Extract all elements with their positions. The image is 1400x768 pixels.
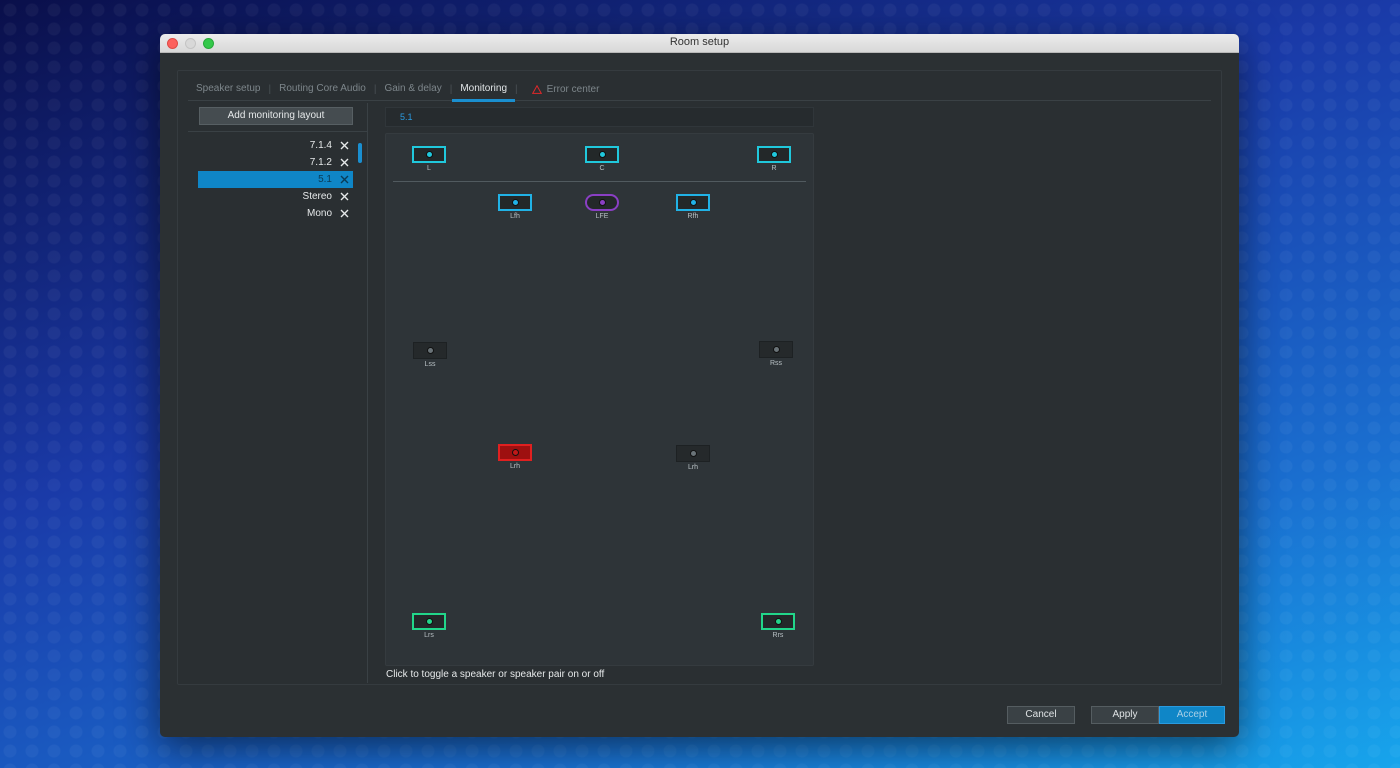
tab-bar: Speaker setup | Routing Core Audio | Gai… — [188, 79, 1211, 102]
speaker-box — [585, 146, 619, 163]
tab-error-center[interactable]: Error center — [531, 84, 600, 95]
layout-item-label: 5.1 — [318, 174, 332, 185]
speaker-label: Lrh — [509, 463, 521, 470]
speaker-rrs[interactable]: Rrs — [761, 613, 795, 639]
speaker-box — [498, 194, 532, 211]
speaker-l[interactable]: L — [412, 146, 446, 172]
remove-layout-icon[interactable] — [337, 139, 351, 153]
front-wall-line — [393, 181, 806, 182]
apply-button[interactable]: Apply — [1091, 706, 1159, 724]
speaker-box — [676, 445, 710, 462]
speaker-label: Rss — [769, 360, 783, 367]
room-setup-window: Room setup Speaker setup | Routing Core … — [160, 34, 1239, 737]
speaker-c[interactable]: C — [585, 146, 619, 172]
remove-layout-icon[interactable] — [337, 190, 351, 204]
window-titlebar[interactable]: Room setup — [160, 34, 1239, 53]
speaker-box — [412, 613, 446, 630]
layout-item-label: 7.1.2 — [309, 157, 332, 168]
tab-gain-delay[interactable]: Gain & delay — [376, 79, 449, 101]
speaker-box — [585, 194, 619, 211]
speaker-rrh[interactable]: Lrh — [676, 445, 710, 471]
speaker-label: Lss — [424, 361, 436, 368]
window-title: Room setup — [669, 36, 730, 48]
speaker-label: R — [771, 165, 777, 172]
tab-routing-core-audio[interactable]: Routing Core Audio — [271, 79, 374, 101]
speaker-r[interactable]: R — [757, 146, 791, 172]
settings-panel: Speaker setup | Routing Core Audio | Gai… — [177, 70, 1222, 685]
layout-item-label: Stereo — [302, 191, 332, 202]
add-monitoring-layout-button[interactable]: Add monitoring layout — [199, 107, 353, 125]
speaker-box — [759, 341, 793, 358]
toggle-hint-text: Click to toggle a speaker or speaker pai… — [386, 669, 605, 680]
speaker-lrs[interactable]: Lrs — [412, 613, 446, 639]
speaker-box — [413, 342, 447, 359]
speaker-lfh[interactable]: Lfh — [498, 194, 532, 220]
warning-triangle-icon — [531, 85, 542, 94]
speaker-label: Rfh — [687, 213, 699, 220]
speaker-box — [676, 194, 710, 211]
speaker-box — [412, 146, 446, 163]
speaker-label: L — [427, 165, 431, 172]
tab-speaker-setup[interactable]: Speaker setup — [188, 79, 269, 101]
layout-list: 7.1.4 7.1.2 5.1 Stereo Mono — [198, 137, 353, 222]
sidebar-divider — [188, 131, 367, 132]
remove-layout-icon[interactable] — [337, 173, 351, 187]
layout-item-stereo[interactable]: Stereo — [198, 188, 353, 205]
layout-item-mono[interactable]: Mono — [198, 205, 353, 222]
speaker-label: Lrs — [424, 632, 434, 639]
layout-item-5-1[interactable]: 5.1 — [198, 171, 353, 188]
layout-item-label: Mono — [306, 208, 332, 219]
remove-layout-icon[interactable] — [337, 207, 351, 221]
speaker-lfe[interactable]: LFE — [585, 194, 619, 220]
speaker-box — [761, 613, 795, 630]
speaker-box — [757, 146, 791, 163]
layout-item-label: 7.1.4 — [309, 140, 332, 151]
cancel-button[interactable]: Cancel — [1007, 706, 1075, 724]
speaker-label: C — [599, 165, 605, 172]
layout-item-7-1-4[interactable]: 7.1.4 — [198, 137, 353, 154]
speaker-lss[interactable]: Lss — [413, 342, 447, 368]
tab-separator: | — [515, 84, 518, 95]
remove-layout-icon[interactable] — [337, 156, 351, 170]
tab-monitoring[interactable]: Monitoring — [452, 79, 515, 102]
speaker-rfh[interactable]: Rfh — [676, 194, 710, 220]
speaker-lrh[interactable]: Lrh — [498, 444, 532, 470]
speaker-label: Lfh — [510, 213, 520, 220]
speaker-layout-map: L C R Lfh LFE Rfh Lss Rss Lrh Lrh Lrs Rr… — [385, 133, 814, 666]
error-center-label: Error center — [546, 84, 600, 95]
speaker-box — [498, 444, 532, 461]
speaker-label: LFE — [595, 213, 609, 220]
speaker-label: Rrs — [772, 632, 784, 639]
layout-list-scrollbar[interactable] — [358, 143, 362, 163]
speaker-label: Lrh — [687, 464, 699, 471]
accept-button[interactable]: Accept — [1159, 706, 1225, 724]
layout-item-7-1-2[interactable]: 7.1.2 — [198, 154, 353, 171]
monitoring-layouts-sidebar: Add monitoring layout 7.1.4 7.1.2 5.1 St… — [188, 103, 368, 683]
speaker-rss[interactable]: Rss — [759, 341, 793, 367]
layout-name-field[interactable]: 5.1 — [385, 107, 814, 127]
